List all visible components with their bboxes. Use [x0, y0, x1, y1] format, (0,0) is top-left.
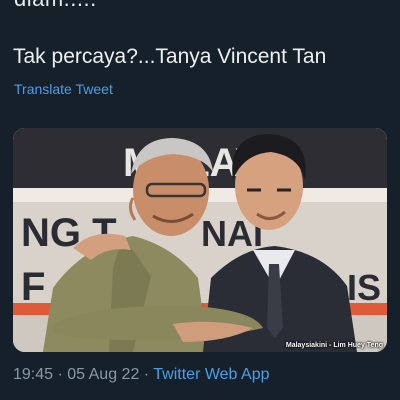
- meta-separator: ·: [53, 366, 68, 383]
- tweet-source-app[interactable]: Twitter Web App: [153, 366, 269, 383]
- banner-text-low: F: [21, 265, 45, 309]
- tweet-photo[interactable]: MALAYSI NG T NAI F IS Malaysiakini - Lim…: [13, 128, 387, 352]
- tweet-text: Tak percaya?...Tanya Vincent Tan: [13, 45, 327, 68]
- translate-tweet-link[interactable]: Translate Tweet: [14, 81, 113, 97]
- tweet-time[interactable]: 19:45: [13, 366, 53, 383]
- photo-illustration: MALAYSI NG T NAI F IS: [13, 128, 387, 352]
- banner-text-low2: IS: [347, 267, 381, 308]
- meta-separator: ·: [139, 366, 154, 383]
- tweet-date[interactable]: 05 Aug 22: [67, 366, 139, 383]
- photo-credit: Malaysiakini - Lim Huey Teng: [285, 342, 383, 349]
- tweet-container: diam..... Tak percaya?...Tanya Vincent T…: [0, 0, 400, 400]
- tweet-text-cut-line: diam.....: [14, 0, 97, 12]
- tweet-meta: 19:45 · 05 Aug 22 · Twitter Web App: [13, 366, 269, 384]
